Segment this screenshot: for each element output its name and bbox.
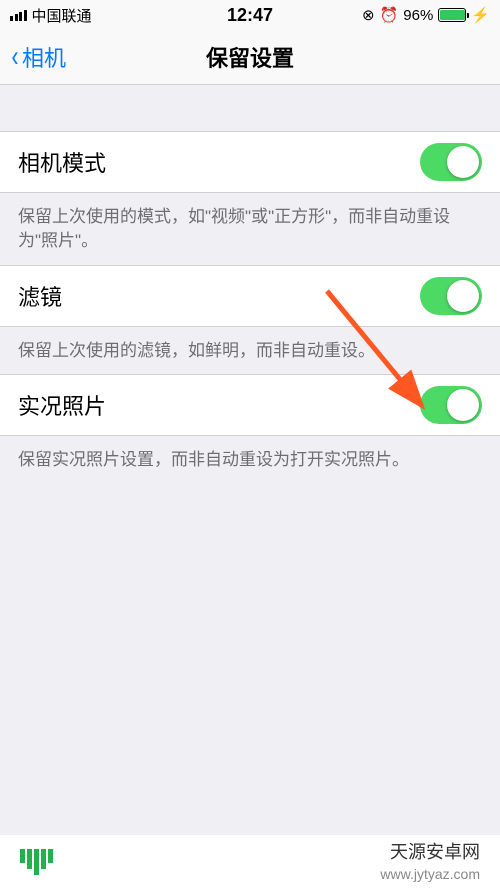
status-time: 12:47 xyxy=(0,5,500,26)
live-photo-footer: 保留实况照片设置，而非自动重设为打开实况照片。 xyxy=(0,436,500,484)
filter-toggle[interactable] xyxy=(420,277,482,315)
page-title: 保留设置 xyxy=(0,41,500,73)
camera-mode-footer: 保留上次使用的模式，如"视频"或"正方形"，而非自动重设为"照片"。 xyxy=(0,193,500,265)
camera-mode-label: 相机模式 xyxy=(18,146,106,178)
live-photo-toggle[interactable] xyxy=(420,386,482,424)
watermark-brand: 天源安卓网 xyxy=(380,841,480,864)
row-live-photo: 实况照片 xyxy=(0,374,500,436)
camera-mode-toggle[interactable] xyxy=(420,143,482,181)
battery-icon xyxy=(438,8,466,22)
row-camera-mode: 相机模式 xyxy=(0,131,500,193)
status-bar: 中国联通 12:47 ⊗ ⏰ 96% ⚡ xyxy=(0,0,500,30)
filter-footer: 保留上次使用的滤镜，如鲜明，而非自动重设。 xyxy=(0,327,500,375)
watermark: 天源安卓网 www.jytyaz.com xyxy=(0,834,500,889)
watermark-url: www.jytyaz.com xyxy=(380,865,480,883)
live-photo-label: 实况照片 xyxy=(18,389,106,421)
filter-label: 滤镜 xyxy=(18,280,62,312)
watermark-logo-icon xyxy=(20,849,53,875)
nav-bar: ‹ 相机 保留设置 xyxy=(0,30,500,85)
row-filter: 滤镜 xyxy=(0,265,500,327)
